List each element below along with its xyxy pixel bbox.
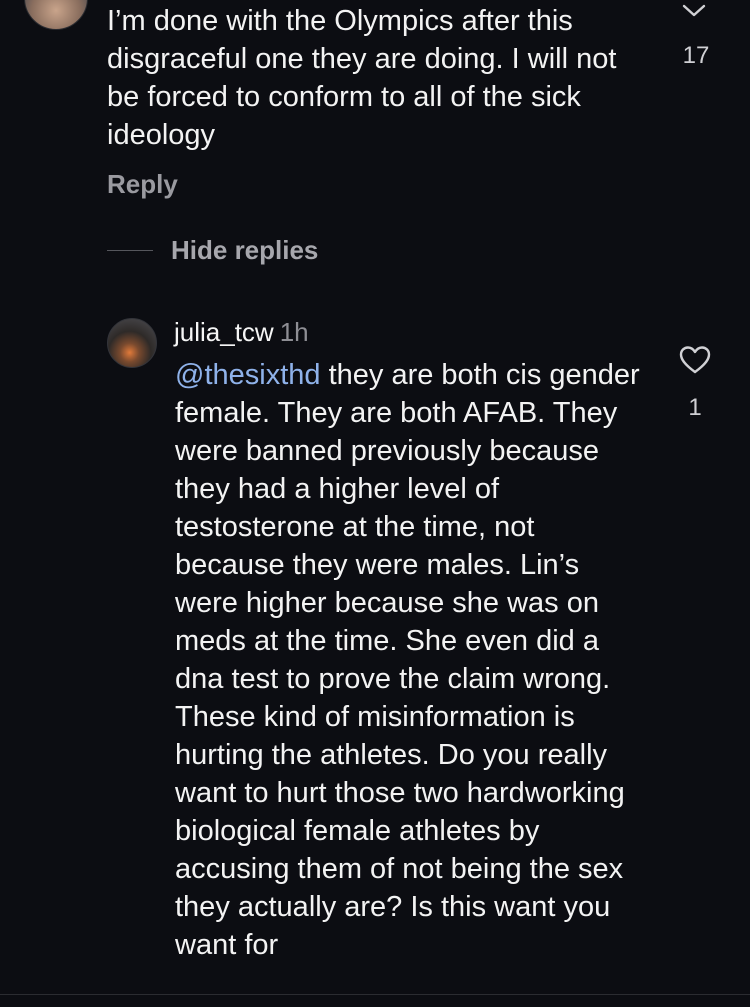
comment-text: I’m done with the Olympics after this di… [107,5,617,151]
hide-replies-button[interactable]: Hide replies [107,235,318,266]
heart-icon[interactable] [679,345,711,375]
reply-body: they are both cis gender female. They ar… [175,359,640,961]
bottom-divider [0,994,750,1007]
hide-replies-label: Hide replies [171,235,319,265]
reply-button[interactable]: Reply [107,169,178,200]
like-count: 17 [682,42,710,69]
reply-header: julia_tcw 1h [174,315,309,349]
chevron-down-icon[interactable] [682,4,706,18]
reply-text: @thesixthd they are both cis gender fema… [175,356,645,964]
reply-avatar[interactable] [107,318,157,368]
reply-timestamp: 1h [279,317,309,347]
commenter-avatar[interactable] [24,0,88,30]
divider [107,250,153,251]
mention-link[interactable]: @thesixthd [175,359,321,391]
reply-username[interactable]: julia_tcw [174,317,274,347]
reply-like-count: 1 [688,394,702,421]
